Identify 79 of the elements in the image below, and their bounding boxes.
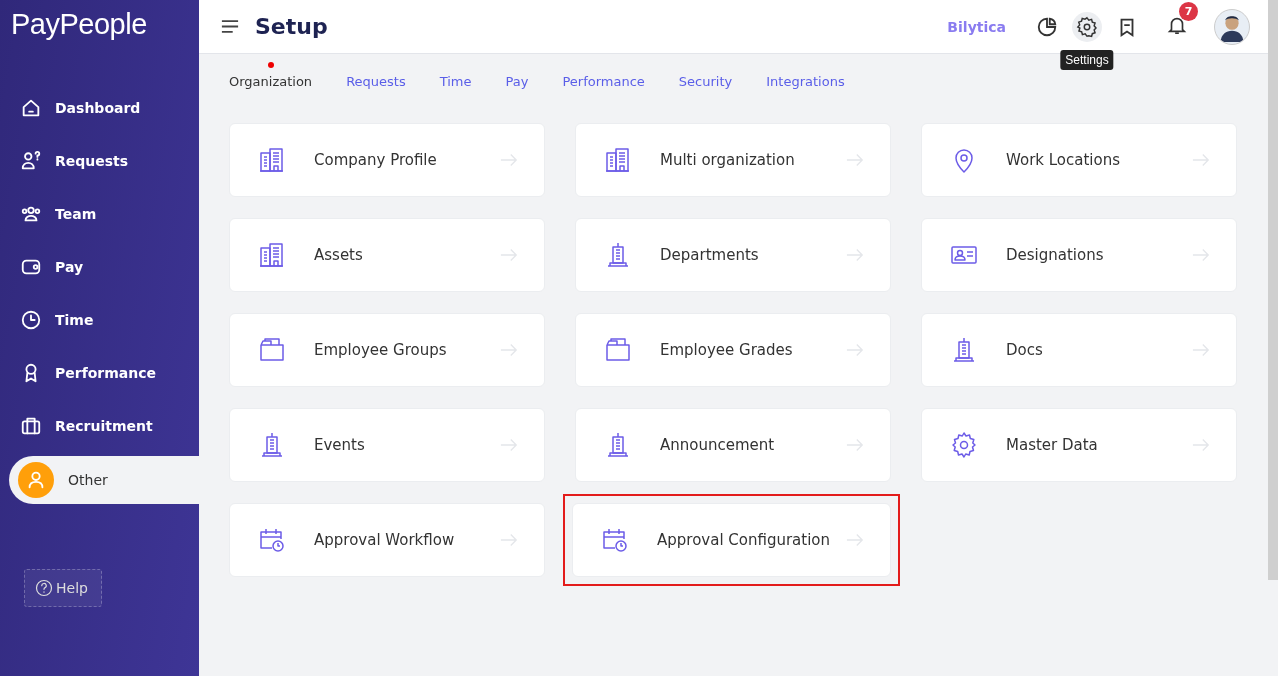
nav-item[interactable]: Dashboard (0, 81, 199, 134)
arrow-right-icon (500, 533, 518, 547)
setup-card[interactable]: Announcement (575, 408, 891, 482)
setup-card[interactable]: Approval Workflow (229, 503, 545, 577)
arrow-right-icon (846, 438, 864, 452)
buildings-icon (604, 146, 632, 174)
card-label: Master Data (1006, 436, 1099, 454)
setup-card[interactable]: Assets (229, 218, 545, 292)
card-label: Employee Grades (660, 341, 794, 359)
person-question-icon (20, 149, 42, 172)
setup-card[interactable]: Employee Grades (575, 313, 891, 387)
setup-card[interactable]: Multi organization (575, 123, 891, 197)
setup-card[interactable]: Events (229, 408, 545, 482)
card-label: Company Profile (314, 151, 438, 169)
card-label: Events (314, 436, 366, 454)
nav-item[interactable]: Other (9, 456, 199, 504)
arrow-right-icon (500, 438, 518, 452)
nav-item[interactable]: Pay (0, 240, 199, 293)
buildings-icon (258, 146, 286, 174)
nav-item[interactable]: Performance (0, 346, 199, 399)
card-label: Announcement (660, 436, 776, 454)
arrow-right-icon (846, 533, 864, 547)
tab[interactable]: Requests (346, 74, 406, 92)
arrow-right-icon (846, 153, 864, 167)
arrow-right-icon (1192, 438, 1210, 452)
help-button[interactable]: Help (24, 569, 102, 607)
arrow-right-icon (500, 153, 518, 167)
setup-card[interactable]: Docs (921, 313, 1237, 387)
active-tab-dot (267, 62, 274, 68)
setup-card[interactable]: Company Profile (229, 123, 545, 197)
pie-chart-icon[interactable] (1036, 15, 1058, 38)
card-label: Departments (660, 246, 760, 264)
card-label: Assets (314, 246, 364, 264)
folder-icon (258, 336, 286, 364)
setup-card[interactable]: Work Locations (921, 123, 1237, 197)
arrow-right-icon (1192, 153, 1210, 167)
nav-item[interactable]: Recruitment (0, 399, 199, 452)
card-label: Approval Workflow (314, 531, 456, 549)
menu-icon[interactable] (221, 20, 239, 33)
tab[interactable]: Integrations (766, 74, 845, 92)
card-label: Designations (1006, 246, 1105, 264)
scrollbar[interactable] (1268, 0, 1278, 580)
tab[interactable]: Organization (229, 74, 313, 92)
avatar[interactable] (1214, 8, 1250, 45)
nav-item[interactable]: Requests (0, 134, 199, 187)
nav-item[interactable]: Team (0, 187, 199, 240)
logo: PayPeople (10, 7, 148, 42)
nav-item[interactable]: Time (0, 293, 199, 346)
calendar-clock-icon (258, 526, 286, 554)
card-label: Approval Configuration (657, 531, 832, 549)
setup-card[interactable]: Departments (575, 218, 891, 292)
gear-icon (950, 431, 978, 459)
buildings-icon (258, 241, 286, 269)
setup-card[interactable]: Master Data (921, 408, 1237, 482)
arrow-right-icon (846, 343, 864, 357)
question-circle-icon (35, 579, 53, 597)
tab[interactable]: Performance (562, 74, 645, 92)
calendar-clock-icon (601, 526, 629, 554)
folder-icon (604, 336, 632, 364)
card-label: Employee Groups (314, 341, 448, 359)
settings-icon (1076, 15, 1098, 38)
arrow-right-icon (500, 343, 518, 357)
notification-count: 7 (1179, 1, 1198, 21)
page-title: Setup (255, 14, 328, 39)
setup-card[interactable]: Approval Configuration (572, 503, 891, 577)
arrow-right-icon (500, 248, 518, 262)
card-label: Work Locations (1006, 151, 1121, 169)
tab[interactable]: Pay (505, 74, 529, 92)
setup-card[interactable]: Employee Groups (229, 313, 545, 387)
tab[interactable]: Time (439, 74, 472, 92)
setup-card[interactable]: Designations (921, 218, 1237, 292)
card-label: Multi organization (660, 151, 796, 169)
arrow-right-icon (1192, 343, 1210, 357)
clock-icon (20, 308, 42, 331)
tab[interactable]: Security (678, 74, 733, 92)
tooltip: Settings (1060, 49, 1114, 70)
arrow-right-icon (1192, 248, 1210, 262)
card-label: Docs (1006, 341, 1044, 359)
arrow-right-icon (846, 248, 864, 262)
